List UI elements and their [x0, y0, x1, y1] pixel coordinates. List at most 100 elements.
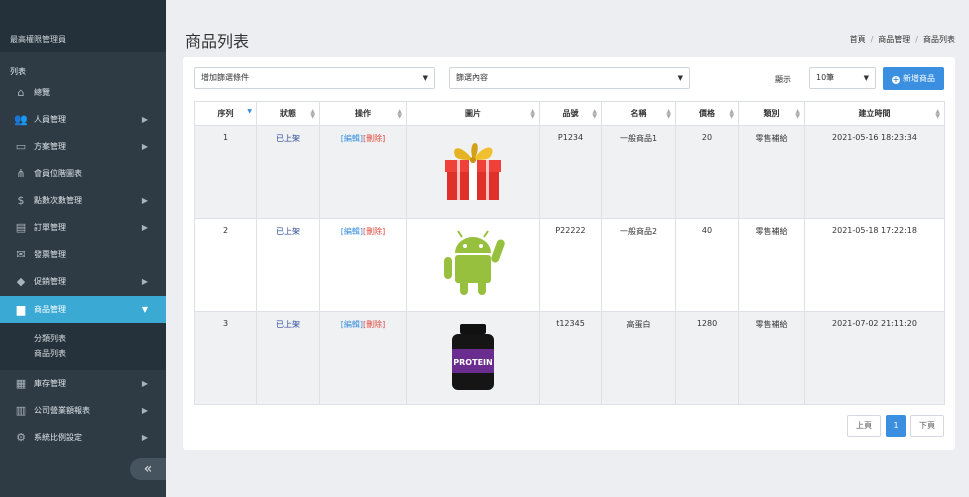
breadcrumb-separator: /	[870, 35, 874, 44]
add-product-button[interactable]: + 新增商品	[883, 67, 944, 90]
pagination-next-button[interactable]: 下頁	[910, 415, 944, 437]
chevron-right-icon: ▶	[141, 379, 148, 388]
sidebar-item-label: 發票管理	[34, 250, 66, 259]
sort-icon: ▲ ▼	[935, 108, 940, 120]
chevron-right-icon: ▶	[141, 277, 148, 286]
cell-sku: P1234	[539, 125, 602, 219]
column-header-sku[interactable]: 品號 ▲ ▼	[539, 101, 602, 126]
breadcrumb: 首頁 / 商品管理 / 商品列表	[850, 34, 955, 45]
filter-content-select[interactable]: 篩選內容 ▼	[449, 67, 690, 89]
page-title: 商品列表	[185, 32, 250, 51]
bar-chart-icon: ▥	[15, 404, 27, 417]
caret-down-icon: ▼	[677, 74, 683, 82]
cell-price: 1280	[675, 311, 739, 405]
table-row: 1 已上架 [編輯][刪除] P1234 一般商品1 20 零售補給 2021-…	[194, 125, 945, 219]
gift-icon	[445, 142, 501, 200]
product-list-panel: 增加篩選條件 ▼ 篩選內容 ▼ 顯示 10筆 ▼ + 新增商品 序列 ▼ 狀態 ▲ ▼ …	[183, 57, 955, 450]
cell-status: 已上架	[256, 311, 320, 405]
sidebar-item-label: 總覽	[34, 88, 50, 97]
column-header-category[interactable]: 類別 ▲ ▼	[738, 101, 805, 126]
delete-link[interactable]: [刪除]	[363, 320, 385, 329]
cell-price: 20	[675, 125, 739, 219]
sidebar-item-revenue-report[interactable]: ▥ 公司營業額報表 ▶	[0, 397, 166, 424]
sidebar-item-label: 促銷管理	[34, 277, 66, 286]
gear-icon: ⚙	[16, 431, 26, 444]
home-icon: ⌂	[17, 86, 25, 99]
filter-condition-select[interactable]: 增加篩選條件 ▼	[194, 67, 435, 89]
sidebar-item-promotions[interactable]: ◆ 促銷管理 ▶	[0, 268, 166, 295]
filter-content-value: 篩選內容	[456, 73, 488, 82]
delete-link[interactable]: [刪除]	[363, 227, 385, 236]
cell-price: 40	[675, 218, 739, 312]
sidebar-item-system-settings[interactable]: ⚙ 系統比例設定 ▶	[0, 424, 166, 451]
cell-name: 高蛋白	[601, 311, 676, 405]
sort-icon: ▲ ▼	[666, 108, 671, 120]
sidebar-item-products[interactable]: ▆ 商品管理 ▼	[0, 296, 166, 323]
sidebar-item-invoices[interactable]: ✉ 發票管理	[0, 241, 166, 268]
cell-seq: 3	[194, 311, 257, 405]
column-header-created[interactable]: 建立時間 ▲ ▼	[804, 101, 945, 126]
column-header-image[interactable]: 圖片 ▲ ▼	[406, 101, 540, 126]
sidebar-item-label: 方案管理	[34, 142, 66, 151]
sidebar-item-inventory[interactable]: ▦ 庫存管理 ▶	[0, 370, 166, 397]
envelope-icon: ✉	[16, 248, 26, 261]
chevron-right-icon: ▶	[141, 142, 148, 151]
cell-actions: [編輯][刪除]	[319, 218, 407, 312]
cell-category: 零售補給	[738, 125, 805, 219]
pagination-prev-button[interactable]: 上頁	[847, 415, 881, 437]
users-icon: 👥	[14, 113, 28, 126]
table-header-row: 序列 ▼ 狀態 ▲ ▼ 操作 ▲ ▼ 圖片 ▲ ▼ 品號 ▲ ▼ 名稱 ▲ ▼ 價格 ▲ ▼ 類別 ▲ ▼ 建…	[194, 101, 945, 126]
sidebar-item-orders[interactable]: ▤ 訂單管理 ▶	[0, 214, 166, 241]
cell-category: 零售補給	[738, 218, 805, 312]
table-row: 2 已上架 [編輯][刪除] P22222 一般商品2 40 零售補給 2021…	[194, 218, 945, 312]
cell-sku: P22222	[539, 218, 602, 312]
pagination-page-1[interactable]: 1	[886, 415, 906, 437]
cell-seq: 2	[194, 218, 257, 312]
cell-image: PROTEIN	[406, 311, 540, 405]
breadcrumb-product-management[interactable]: 商品管理	[878, 35, 910, 44]
sidebar-item-plans[interactable]: ▭ 方案管理 ▶	[0, 133, 166, 160]
sidebar-item-staff[interactable]: 👥 人員管理 ▶	[0, 106, 166, 133]
sort-desc-icon: ▼	[247, 108, 252, 115]
sort-icon: ▲ ▼	[530, 108, 535, 120]
add-product-label: 新增商品	[903, 74, 935, 83]
sidebar-item-overview[interactable]: ⌂ 總覽	[0, 79, 166, 106]
column-header-actions[interactable]: 操作 ▲ ▼	[319, 101, 407, 126]
sort-icon: ▲ ▼	[795, 108, 800, 120]
cell-status: 已上架	[256, 125, 320, 219]
page-size-value: 10筆	[816, 73, 835, 82]
chevron-right-icon: ▶	[141, 433, 148, 442]
id-card-icon: ▭	[15, 140, 27, 153]
cell-category: 零售補給	[738, 311, 805, 405]
edit-link[interactable]: [編輯]	[341, 320, 363, 329]
plus-circle-icon: +	[892, 75, 900, 84]
sidebar-item-label: 點數次數管理	[34, 196, 82, 205]
sidebar-subitem-categories[interactable]: 分類列表	[0, 331, 166, 346]
sidebar-subitem-product-list[interactable]: 商品列表	[0, 346, 166, 361]
sidebar-collapse-button[interactable]: «	[130, 458, 166, 480]
column-header-status[interactable]: 狀態 ▲ ▼	[256, 101, 320, 126]
column-header-price[interactable]: 價格 ▲ ▼	[675, 101, 739, 126]
cell-created: 2021-07-02 21:11:20	[804, 311, 945, 405]
cell-actions: [編輯][刪除]	[319, 311, 407, 405]
cell-status: 已上架	[256, 218, 320, 312]
sidebar-item-member-chart[interactable]: ⋔ 會員位階圖表	[0, 160, 166, 187]
cell-image	[406, 218, 540, 312]
edit-link[interactable]: [編輯]	[341, 134, 363, 143]
chevron-right-icon: ▶	[141, 115, 148, 124]
chevron-right-icon: ▶	[141, 406, 148, 415]
sidebar-user-role: 最高權限管理員	[0, 0, 166, 52]
column-header-seq[interactable]: 序列 ▼	[194, 101, 257, 126]
cell-sku: t12345	[539, 311, 602, 405]
dollar-icon: $	[17, 194, 25, 207]
column-header-name[interactable]: 名稱 ▲ ▼	[601, 101, 676, 126]
delete-link[interactable]: [刪除]	[363, 134, 385, 143]
sidebar-item-label: 會員位階圖表	[34, 169, 82, 178]
sidebar-item-points[interactable]: $ 點數次數管理 ▶	[0, 187, 166, 214]
edit-link[interactable]: [編輯]	[341, 227, 363, 236]
breadcrumb-home[interactable]: 首頁	[850, 35, 866, 44]
cell-name: 一般商品2	[601, 218, 676, 312]
sort-icon: ▲ ▼	[310, 108, 315, 120]
breadcrumb-separator: /	[915, 35, 918, 44]
page-size-select[interactable]: 10筆 ▼	[809, 67, 876, 89]
